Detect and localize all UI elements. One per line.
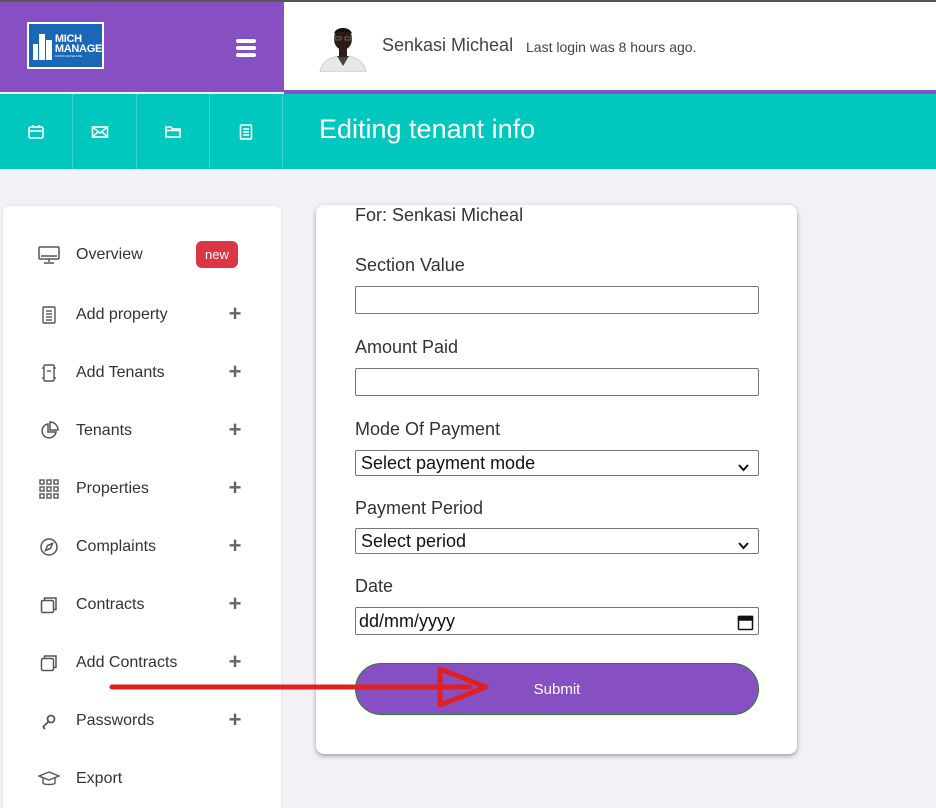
sidebar-item-label: Tenants bbox=[76, 422, 133, 439]
amount-paid-input[interactable] bbox=[355, 368, 759, 396]
sidebar-item-passwords[interactable]: Passwords + bbox=[3, 701, 281, 741]
page-header-bar: Editing tenant info bbox=[0, 94, 936, 169]
pie-chart-icon bbox=[37, 420, 61, 442]
chevron-down-icon bbox=[737, 534, 750, 558]
sidebar: Overview new Add property + Add Tenants … bbox=[3, 206, 281, 808]
document-icon[interactable] bbox=[210, 94, 283, 169]
expand-plus-icon[interactable]: + bbox=[227, 534, 243, 558]
expand-plus-icon[interactable]: + bbox=[227, 360, 243, 384]
calendar-picker-icon[interactable] bbox=[737, 612, 754, 638]
sidebar-item-add-contracts[interactable]: Add Contracts + bbox=[3, 643, 281, 683]
sidebar-item-label: Overview bbox=[76, 246, 143, 263]
sidebar-item-label: Complaints bbox=[76, 538, 157, 555]
sidebar-item-properties[interactable]: Properties + bbox=[3, 469, 281, 509]
last-login-text: Last login was 8 hours ago. bbox=[526, 39, 697, 55]
sidebar-item-add-property[interactable]: Add property + bbox=[3, 295, 281, 335]
app-logo[interactable]: MICH MANAGE FASTER AND SECURE bbox=[27, 22, 104, 69]
expand-plus-icon[interactable]: + bbox=[227, 708, 243, 732]
menu-toggle-icon[interactable] bbox=[236, 39, 256, 57]
key-icon bbox=[37, 710, 61, 732]
sidebar-item-label: Add Contracts bbox=[76, 654, 178, 671]
avatar[interactable] bbox=[318, 22, 368, 73]
document-icon bbox=[37, 304, 61, 326]
expand-plus-icon[interactable]: + bbox=[227, 418, 243, 442]
monitor-icon bbox=[37, 244, 61, 266]
mode-of-payment-label: Mode Of Payment bbox=[355, 419, 501, 439]
sidebar-item-label: Properties bbox=[76, 480, 149, 497]
date-input[interactable]: dd/mm/yyyy bbox=[355, 607, 759, 635]
date-label: Date bbox=[355, 576, 394, 596]
for-tenant-text: For: Senkasi Micheal bbox=[355, 205, 524, 225]
copy-icon bbox=[37, 652, 61, 674]
building-logo-icon bbox=[33, 32, 52, 60]
sidebar-item-contracts[interactable]: Contracts + bbox=[3, 585, 281, 625]
copy-icon bbox=[37, 594, 61, 616]
expand-plus-icon[interactable]: + bbox=[227, 476, 243, 500]
sidebar-item-label: Contracts bbox=[76, 596, 145, 613]
new-badge: new bbox=[196, 241, 238, 268]
sidebar-item-label: Export bbox=[76, 770, 123, 787]
expand-plus-icon[interactable]: + bbox=[227, 592, 243, 616]
graduation-cap-icon bbox=[37, 768, 61, 790]
calendar-icon[interactable] bbox=[0, 94, 73, 169]
logo-text: MICH MANAGE FASTER AND SECURE bbox=[54, 32, 102, 58]
sidebar-item-export[interactable]: Export bbox=[3, 759, 281, 799]
compass-icon bbox=[37, 536, 61, 558]
payment-period-label: Payment Period bbox=[355, 498, 484, 518]
expand-plus-icon[interactable]: + bbox=[227, 302, 243, 326]
sidebar-item-add-tenants[interactable]: Add Tenants + bbox=[3, 353, 281, 393]
edit-payment-form: For: Senkasi Micheal Section Value Amoun… bbox=[316, 205, 797, 754]
payment-mode-selected: Select payment mode bbox=[361, 453, 536, 473]
section-value-label: Section Value bbox=[355, 255, 465, 275]
payment-period-selected: Select period bbox=[361, 531, 467, 551]
sidebar-item-label: Add property bbox=[76, 306, 168, 323]
section-value-input[interactable] bbox=[355, 286, 759, 314]
sidebar-item-tenants[interactable]: Tenants + bbox=[3, 411, 281, 451]
folder-icon[interactable] bbox=[137, 94, 210, 169]
sidebar-item-complaints[interactable]: Complaints + bbox=[3, 527, 281, 567]
page-title: Editing tenant info bbox=[319, 114, 536, 144]
sidebar-item-overview[interactable]: Overview new bbox=[3, 235, 281, 275]
date-placeholder: dd/mm/yyyy bbox=[359, 611, 456, 631]
sidebar-item-label: Add Tenants bbox=[76, 364, 165, 381]
user-name: Senkasi Micheal bbox=[382, 35, 514, 55]
amount-paid-label: Amount Paid bbox=[355, 337, 459, 357]
brand-bar: MICH MANAGE FASTER AND SECURE bbox=[0, 2, 284, 92]
tenant-icon bbox=[37, 362, 61, 384]
chevron-down-icon bbox=[737, 456, 750, 480]
submit-button[interactable]: Submit bbox=[355, 663, 759, 715]
grid-icon bbox=[37, 478, 61, 500]
sidebar-item-label: Passwords bbox=[76, 712, 155, 729]
payment-period-select[interactable]: Select period bbox=[355, 528, 759, 554]
payment-mode-select[interactable]: Select payment mode bbox=[355, 450, 759, 476]
expand-plus-icon[interactable]: + bbox=[227, 650, 243, 674]
envelope-icon[interactable] bbox=[64, 94, 137, 169]
